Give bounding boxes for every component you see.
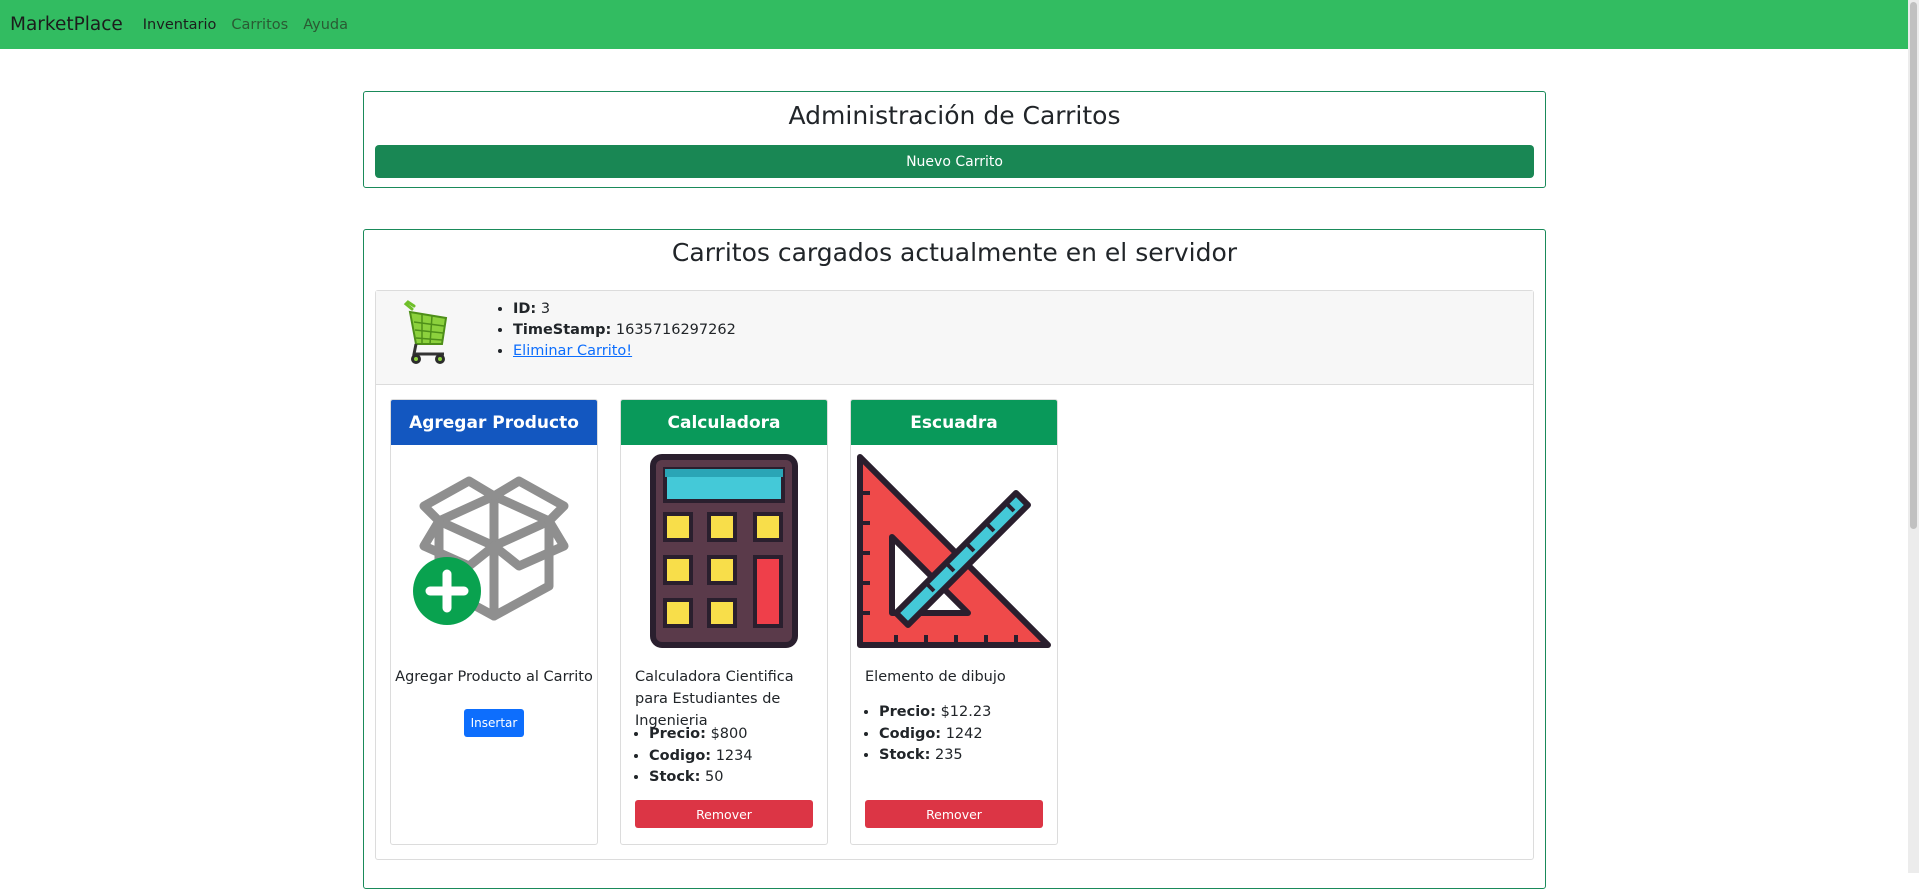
product-price: Precio: $12.23 [879,702,991,724]
new-cart-button[interactable]: Nuevo Carrito [375,145,1534,178]
product-card: Calculadora Calculadora Cientifica para … [620,399,828,845]
carts-section-title: Carritos cargados actualmente en el serv… [671,238,1238,267]
product-image [851,451,1057,651]
admin-panel: Administración de Carritos Nuevo Carrito [363,91,1546,188]
cart-timestamp-item: TimeStamp: 1635716297262 [513,320,736,341]
cart-header: ID: 3 TimeStamp: 1635716297262 Eliminar … [376,291,1533,385]
cart-id-value: 3 [540,301,551,317]
cart-block: ID: 3 TimeStamp: 1635716297262 Eliminar … [375,290,1534,860]
product-card: Escuadra Elemento de dibujo Pre [850,399,1058,845]
delete-cart-link[interactable]: Eliminar Carrito! [513,343,632,359]
product-code: Codigo: 1234 [649,746,753,768]
add-product-image [391,451,597,651]
scrollbar-thumb[interactable] [1910,2,1917,529]
product-code: Codigo: 1242 [879,724,991,746]
brand-logo[interactable]: MarketPlace [10,14,123,35]
add-box-icon [413,476,569,625]
nav-carritos[interactable]: Carritos [231,17,288,33]
product-details: Precio: $12.23 Codigo: 1242 Stock: 235 [865,702,991,767]
product-title: Calculadora [621,400,827,445]
nav-inventario[interactable]: Inventario [143,17,217,33]
product-stock: Stock: 50 [649,767,753,789]
cart-id-item: ID: 3 [513,299,736,320]
product-image [621,451,827,651]
calculator-icon [650,454,798,648]
product-description: Elemento de dibujo [865,669,1006,685]
cart-info-list: ID: 3 TimeStamp: 1635716297262 Eliminar … [499,299,736,362]
add-product-card: Agregar Producto Agregar Producto al Car… [390,399,598,845]
cart-delete-item: Eliminar Carrito! [513,341,736,362]
vertical-scrollbar[interactable] [1908,0,1919,873]
product-price: Precio: $800 [649,724,753,746]
admin-title: Administración de Carritos [788,101,1121,130]
nav-ayuda[interactable]: Ayuda [303,17,348,33]
carts-panel: Carritos cargados actualmente en el serv… [363,229,1546,889]
product-description: Calculadora Cientifica para Estudiantes … [635,669,794,729]
product-stock: Stock: 235 [879,745,991,767]
cart-timestamp-value: 1635716297262 [615,322,736,338]
add-product-description: Agregar Producto al Carrito [395,669,593,685]
top-navbar: MarketPlace Inventario Carritos Ayuda [0,0,1908,49]
insert-button[interactable]: Insertar [464,709,524,737]
product-details: Precio: $800 Codigo: 1234 Stock: 50 [635,724,753,789]
remove-button[interactable]: Remover [635,800,813,828]
product-title: Escuadra [851,400,1057,445]
set-square-icon [857,454,1051,648]
shopping-cart-icon [403,300,448,364]
remove-button[interactable]: Remover [865,800,1043,828]
add-product-title: Agregar Producto [391,400,597,445]
